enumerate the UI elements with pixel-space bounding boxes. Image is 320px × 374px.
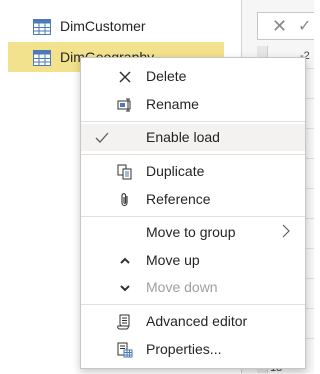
advanced-editor-icon: [117, 314, 130, 330]
menu-separator: [81, 216, 305, 217]
chevron-up-icon: [120, 257, 130, 264]
chevron-down-icon: [120, 285, 130, 292]
cancel-formula-icon[interactable]: ✕: [272, 16, 287, 37]
menu-item-label: Move up: [146, 252, 200, 268]
menu-item-delete[interactable]: Delete: [81, 63, 305, 90]
menu-item-rename[interactable]: Rename: [81, 91, 305, 118]
menu-item-enable-load[interactable]: Enable load: [81, 124, 305, 151]
menu-item-label: Advanced editor: [146, 313, 248, 329]
menu-item-label: Move down: [146, 279, 218, 295]
menu-item-label: Move to group: [146, 224, 236, 240]
menu-item-label: Enable load: [146, 129, 220, 145]
confirm-formula-icon[interactable]: ✓: [298, 16, 311, 36]
menu-item-reference[interactable]: Reference: [81, 186, 305, 213]
context-menu: Delete Rename Enable load Duplicate Refe…: [80, 57, 306, 369]
menu-item-label: Rename: [146, 96, 199, 112]
menu-item-label: Delete: [146, 68, 187, 84]
table-icon: [33, 19, 51, 35]
menu-separator: [81, 154, 305, 155]
menu-separator: [81, 121, 305, 122]
chevron-right-icon: [282, 224, 290, 238]
menu-item-label: Properties...: [146, 341, 222, 357]
menu-item-move-down[interactable]: Move down: [81, 274, 305, 301]
duplicate-icon: [117, 164, 132, 180]
menu-item-label: Duplicate: [146, 163, 205, 179]
checkmark-icon: [95, 132, 109, 143]
rename-icon: [117, 98, 131, 112]
menu-item-label: Reference: [146, 191, 211, 207]
query-name: DimCustomer: [60, 18, 146, 34]
menu-item-move-to-group[interactable]: Move to group: [81, 219, 305, 246]
menu-item-duplicate[interactable]: Duplicate: [81, 158, 305, 185]
menu-item-properties[interactable]: Properties...: [81, 336, 305, 363]
menu-item-advanced-editor[interactable]: Advanced editor: [81, 308, 305, 335]
close-icon: [119, 71, 131, 83]
formula-bar: ✕ ✓: [257, 12, 314, 40]
properties-icon: [117, 342, 133, 358]
menu-item-move-up[interactable]: Move up: [81, 247, 305, 274]
menu-separator: [81, 304, 305, 305]
table-icon: [33, 50, 51, 66]
query-item-dimcustomer[interactable]: DimCustomer: [8, 11, 224, 41]
paperclip-icon: [121, 193, 128, 207]
